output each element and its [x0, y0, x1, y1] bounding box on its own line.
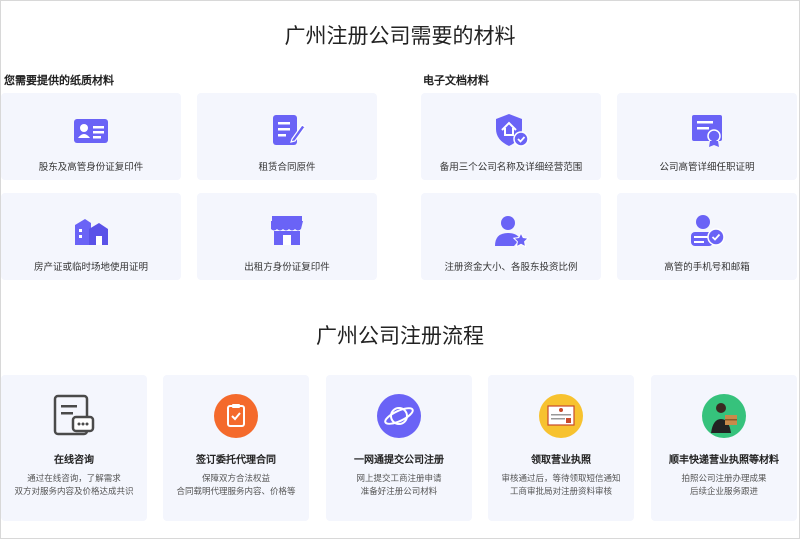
paper-card-property-cert[interactable]: 房产证或临时场地使用证明: [1, 193, 181, 280]
certificate-icon: [692, 115, 722, 147]
storefront-icon: [271, 216, 303, 245]
step-online-consult[interactable]: 在线咨询 通过在线咨询，了解需求 双方对服务内容及价格达成共识: [1, 375, 147, 521]
step-description: 网上提交工商注册申请 准备好注册公司材料: [356, 473, 441, 499]
step-desc-line: 拍照公司注册办理成果: [681, 474, 767, 484]
step-desc-line: 通过在线咨询，了解需求: [27, 474, 121, 484]
step-desc-line: 网上提交工商注册申请: [356, 474, 442, 484]
step-courier-delivery[interactable]: 顺丰快递营业执照等材料 拍照公司注册办理成果 后续企业服务跟进: [651, 375, 797, 521]
step-submit-registration[interactable]: 一网通提交公司注册 网上提交工商注册申请 准备好注册公司材料: [326, 375, 472, 521]
courier-icon: [702, 394, 746, 438]
process-title: 广州公司注册流程: [316, 324, 484, 348]
step-title: 一网通提交公司注册: [354, 455, 444, 466]
step-desc-line: 保障双方合法权益: [201, 474, 270, 484]
paper-card-label: 租赁合同原件: [258, 162, 316, 173]
step-title: 领取营业执照: [531, 455, 591, 466]
step-desc-line: 审核通过后，等待领取短信通知: [501, 474, 621, 484]
step-title: 在线咨询: [54, 455, 94, 466]
paper-card-id-copies[interactable]: 股东及高管身份证复印件: [1, 93, 181, 180]
step-description: 审核通过后，等待领取短信通知 工商审批局对注册资料审核: [501, 473, 620, 499]
electronic-card-label: 注册资金大小、各股东投资比例: [444, 262, 578, 273]
electronic-card-label: 公司高管详细任职证明: [659, 162, 755, 173]
paper-card-landlord-id[interactable]: 出租方身份证复印件: [197, 193, 377, 280]
step-title: 顺丰快递营业执照等材料: [669, 455, 779, 466]
building-icon: [75, 219, 108, 245]
step-description: 通过在线咨询，了解需求 双方对服务内容及价格达成共识: [14, 473, 133, 499]
paper-card-label: 出租方身份证复印件: [244, 262, 330, 273]
contract-edit-icon: [273, 115, 306, 145]
electronic-section-label: 电子文档材料: [423, 74, 489, 87]
step-desc-line: 后续企业服务跟进: [689, 487, 758, 497]
step-desc-line: 工商审批局对注册资料审核: [509, 487, 612, 497]
step-collect-license[interactable]: 领取营业执照 审核通过后，等待领取短信通知 工商审批局对注册资料审核: [488, 375, 634, 521]
step-description: 保障双方合法权益 合同载明代理服务内容、价格等: [176, 473, 295, 499]
step-desc-line: 合同载明代理服务内容、价格等: [176, 487, 296, 497]
chat-document-icon: [53, 394, 95, 436]
step-desc-line: 准备好注册公司材料: [360, 487, 438, 497]
business-license-icon: [539, 394, 583, 438]
user-verified-icon: [691, 215, 725, 246]
paper-section-label: 您需要提供的纸质材料: [4, 74, 114, 87]
electronic-card-contacts[interactable]: 高管的手机号和邮箱: [617, 193, 797, 280]
electronic-card-capital[interactable]: 注册资金大小、各股东投资比例: [421, 193, 601, 280]
electronic-card-label: 高管的手机号和邮箱: [664, 262, 750, 273]
electronic-card-label: 备用三个公司名称及详细经营范围: [439, 162, 583, 173]
paper-card-label: 股东及高管身份证复印件: [38, 162, 144, 173]
clipboard-check-icon: [214, 394, 258, 438]
materials-title: 广州注册公司需要的材料: [284, 24, 516, 48]
electronic-card-executive-proof[interactable]: 公司高管详细任职证明: [617, 93, 797, 180]
planet-icon: [377, 394, 421, 438]
user-star-icon: [495, 216, 530, 248]
step-sign-contract[interactable]: 签订委托代理合同 保障双方合法权益 合同载明代理服务内容、价格等: [163, 375, 309, 521]
shield-check-icon: [496, 114, 529, 147]
paper-card-label: 房产证或临时场地使用证明: [33, 262, 148, 273]
step-description: 拍照公司注册办理成果 后续企业服务跟进: [681, 473, 766, 499]
electronic-card-company-names[interactable]: 备用三个公司名称及详细经营范围: [421, 93, 601, 180]
step-title: 签订委托代理合同: [196, 455, 276, 466]
step-desc-line: 双方对服务内容及价格达成共识: [14, 487, 134, 497]
id-card-icon: [74, 119, 108, 143]
paper-card-lease-contract[interactable]: 租赁合同原件: [197, 93, 377, 180]
